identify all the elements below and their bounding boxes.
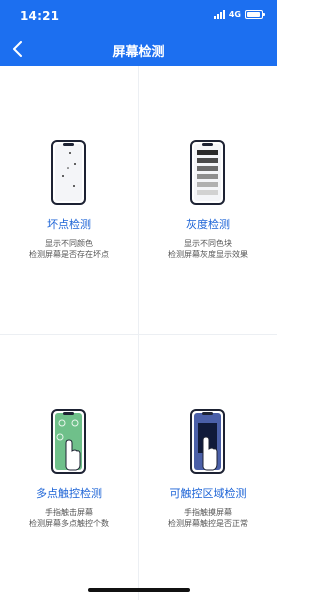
tile-desc-line2: 检测屏幕是否存在坏点 xyxy=(29,250,109,259)
tile-desc-line2: 检测屏幕触控是否正常 xyxy=(168,519,248,528)
tile-title: 多点触控检测 xyxy=(36,487,102,500)
page-title: 屏幕检测 xyxy=(112,45,165,60)
phone-multitouch-icon xyxy=(51,409,86,474)
phone-touch-area-icon xyxy=(190,409,225,474)
tile-desc-line2: 检测屏幕多点触控个数 xyxy=(29,519,109,528)
test-grid: 坏点检测 显示不同颜色 检测屏幕是否存在坏点 灰度检测 显示不同色块 检测屏幕灰… xyxy=(0,66,277,600)
tile-touch-area-test[interactable]: 可触控区域检测 手指触摸屏幕 检测屏幕触控是否正常 xyxy=(139,335,277,600)
cellular-signal-icon xyxy=(213,10,225,19)
battery-icon xyxy=(245,10,265,19)
phone-grayscale-icon xyxy=(190,140,225,205)
tile-dead-pixel-test[interactable]: 坏点检测 显示不同颜色 检测屏幕是否存在坏点 xyxy=(0,66,138,334)
tile-title: 灰度检测 xyxy=(186,218,230,231)
network-type: 4G xyxy=(228,10,241,19)
status-bar: 14:21 4G xyxy=(0,0,277,32)
tile-title: 可触控区域检测 xyxy=(169,487,247,500)
tile-desc-line1: 显示不同色块 xyxy=(184,239,232,248)
status-indicators: 4G xyxy=(213,10,265,19)
nav-bar: 屏幕检测 xyxy=(0,32,277,66)
app-header: 14:21 4G 屏幕检测 xyxy=(0,0,277,66)
tile-desc-line1: 手指触摸屏幕 xyxy=(184,508,232,517)
tile-desc-line1: 显示不同颜色 xyxy=(45,239,93,248)
tile-grayscale-test[interactable]: 灰度检测 显示不同色块 检测屏幕灰度显示效果 xyxy=(139,66,277,334)
status-time: 14:21 xyxy=(20,9,60,23)
tile-desc-line2: 检测屏幕灰度显示效果 xyxy=(168,250,248,259)
home-indicator[interactable] xyxy=(88,588,190,592)
tile-multitouch-test[interactable]: 多点触控检测 手指触击屏幕 检测屏幕多点触控个数 xyxy=(0,335,138,600)
phone-dead-pixel-icon xyxy=(51,140,86,205)
tile-title: 坏点检测 xyxy=(47,218,91,231)
tile-desc-line1: 手指触击屏幕 xyxy=(45,508,93,517)
